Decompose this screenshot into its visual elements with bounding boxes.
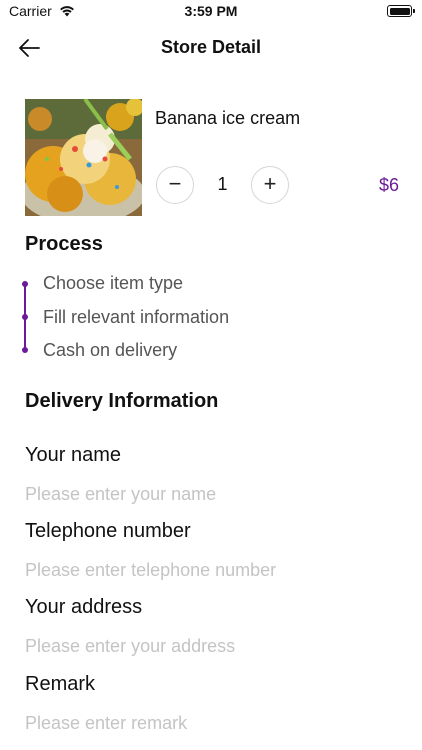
remark-label: Remark: [25, 673, 96, 695]
process-step-dot: [22, 347, 28, 353]
quantity-stepper: − 1 + $6: [156, 166, 402, 204]
address-label: Your address: [25, 596, 143, 618]
status-bar: Carrier 3:59 PM: [0, 0, 422, 24]
page-title: Store Detail: [160, 37, 262, 57]
process-step-dot: [22, 314, 28, 320]
address-input[interactable]: [25, 633, 405, 659]
process-heading: Process: [25, 233, 103, 255]
process-step: Fill relevant information: [43, 307, 230, 327]
decrease-quantity-button[interactable]: −: [156, 166, 194, 204]
process-step: Cash on delivery: [43, 340, 178, 360]
process-step-dot: [22, 281, 28, 287]
telephone-input[interactable]: [25, 557, 405, 583]
product-image: [25, 99, 142, 216]
battery-icon: [387, 5, 415, 17]
clock: 3:59 PM: [184, 3, 238, 19]
increase-quantity-button[interactable]: +: [251, 166, 289, 204]
delivery-heading: Delivery Information: [25, 390, 219, 412]
name-input[interactable]: [25, 481, 405, 507]
quantity-value: 1: [217, 174, 228, 194]
product-name: Banana ice cream: [155, 108, 301, 128]
product-price: $6: [378, 175, 399, 195]
name-label: Your name: [25, 444, 121, 466]
remark-input[interactable]: [25, 710, 405, 736]
telephone-label: Telephone number: [25, 520, 191, 542]
navigation-bar: Store Detail: [0, 28, 422, 68]
process-step: Choose item type: [43, 273, 184, 293]
